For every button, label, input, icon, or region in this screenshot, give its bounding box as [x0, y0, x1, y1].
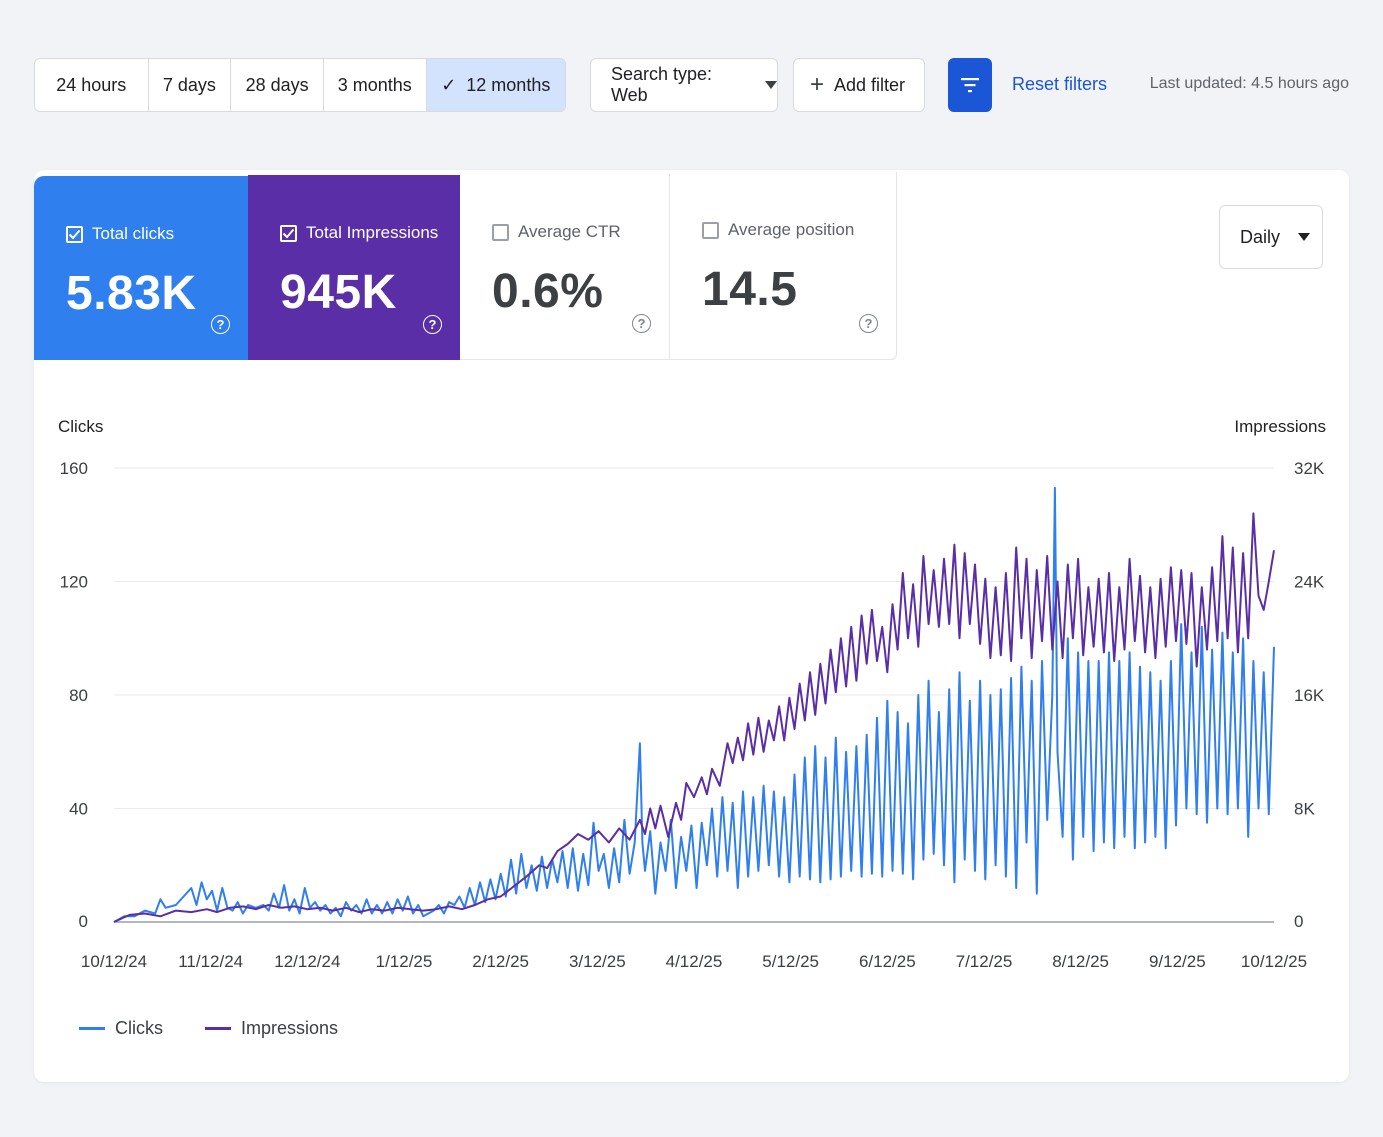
- right-tick-label: 32K: [1294, 459, 1325, 478]
- last-updated-text: Last updated: 4.5 hours ago: [1149, 75, 1349, 92]
- legend-item-clicks[interactable]: Clicks: [79, 1018, 163, 1039]
- chart-legend: Clicks Impressions: [79, 1018, 380, 1039]
- x-tick-label: 10/12/24: [81, 952, 147, 971]
- x-tick-label: 6/12/25: [859, 952, 916, 971]
- legend-swatch: [79, 1027, 105, 1030]
- range-12-months[interactable]: ✓ 12 months: [426, 59, 565, 111]
- legend-item-impressions[interactable]: Impressions: [205, 1018, 338, 1039]
- filter-icon: [961, 78, 979, 93]
- x-tick-label: 7/12/25: [956, 952, 1013, 971]
- performance-card: Total clicks 5.83K ? Total Impressions 9…: [34, 170, 1349, 1082]
- left-tick-label: 120: [60, 573, 88, 592]
- filter-button[interactable]: [948, 58, 992, 112]
- right-axis-title: Impressions: [1234, 417, 1326, 436]
- legend-label: Impressions: [241, 1018, 339, 1038]
- range-28-days[interactable]: 28 days: [231, 59, 324, 111]
- x-tick-label: 8/12/25: [1052, 952, 1109, 971]
- range-label: 24 hours: [56, 74, 127, 95]
- range-label: 3 months: [337, 74, 412, 95]
- date-range-selector: 24 hours 7 days 28 days 3 months ✓ 12 mo…: [34, 58, 566, 112]
- range-7-days[interactable]: 7 days: [149, 59, 232, 111]
- x-tick-label: 11/12/24: [178, 952, 243, 971]
- caret-down-icon: [765, 81, 777, 89]
- range-label: 28 days: [245, 74, 309, 95]
- plus-icon: +: [810, 71, 825, 98]
- right-tick-label: 16K: [1294, 686, 1325, 705]
- series-line-clicks: [113, 486, 1275, 923]
- add-filter-button[interactable]: + Add filter: [793, 58, 925, 112]
- legend-swatch: [205, 1027, 231, 1030]
- right-tick-label: 0: [1294, 912, 1303, 931]
- left-tick-label: 80: [69, 686, 88, 705]
- right-tick-label: 24K: [1294, 573, 1325, 592]
- add-filter-label: Add filter: [834, 74, 906, 95]
- search-type-label: Search type: Web: [611, 64, 713, 105]
- range-label: 7 days: [162, 74, 216, 95]
- x-tick-label: 2/12/25: [472, 952, 529, 971]
- x-tick-label: 5/12/25: [762, 952, 819, 971]
- range-label: 12 months: [466, 74, 551, 95]
- left-tick-label: 40: [69, 800, 88, 819]
- range-3-months[interactable]: 3 months: [324, 59, 427, 111]
- x-tick-label: 9/12/25: [1149, 952, 1206, 971]
- x-tick-label: 4/12/25: [666, 952, 723, 971]
- x-tick-label: 3/12/25: [569, 952, 626, 971]
- left-tick-label: 0: [79, 912, 88, 931]
- x-tick-label: 12/12/24: [274, 952, 340, 971]
- search-type-dropdown[interactable]: Search type: Web: [590, 58, 778, 112]
- range-24-hours[interactable]: 24 hours: [35, 59, 149, 111]
- left-axis-title: Clicks: [58, 417, 103, 436]
- right-tick-label: 8K: [1294, 800, 1315, 819]
- performance-chart: 0 40 80 120 160 0 8K 16K 24K 32K 10/12/24 11/12/2…: [58, 417, 1326, 971]
- left-tick-label: 160: [60, 459, 88, 478]
- reset-filters-link[interactable]: Reset filters: [1012, 74, 1107, 95]
- check-icon: ✓: [441, 74, 457, 95]
- x-tick-label: 1/12/25: [376, 952, 433, 971]
- x-tick-label: 10/12/25: [1241, 952, 1307, 971]
- legend-label: Clicks: [115, 1018, 163, 1038]
